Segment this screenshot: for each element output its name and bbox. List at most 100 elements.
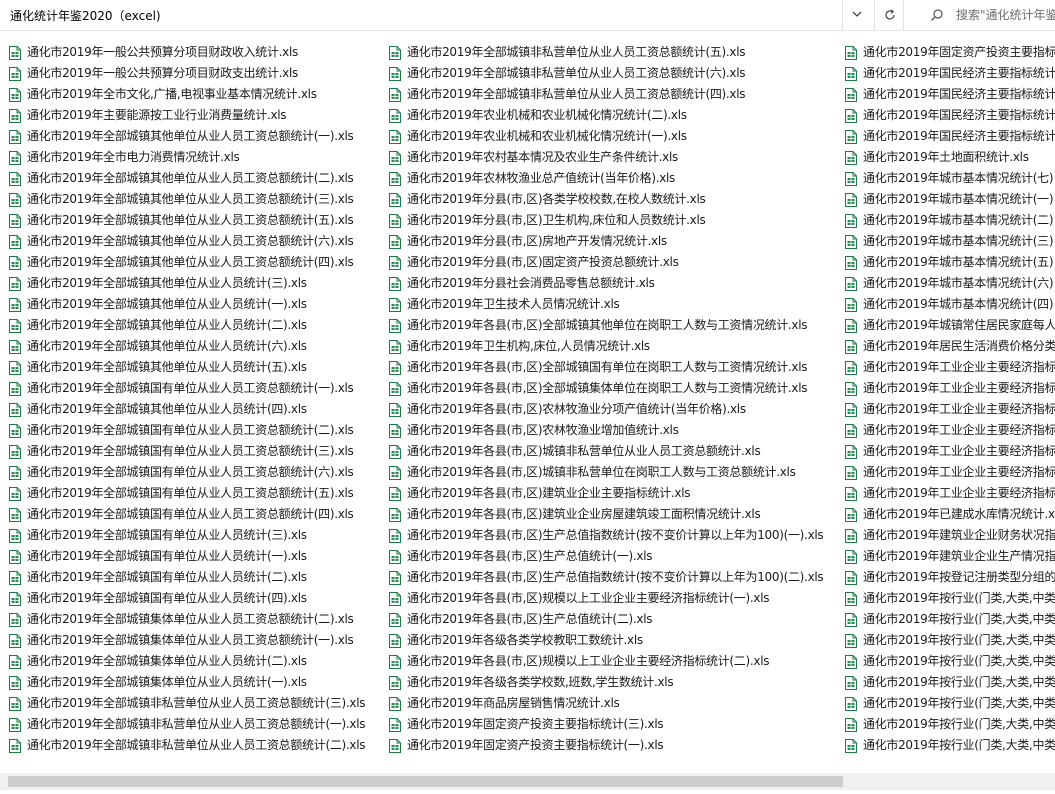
file-item[interactable]: 通化市2019年按行业(门类,大类,中类: [845, 714, 1055, 735]
file-item[interactable]: 通化市2019年全部城镇其他单位从业人员统计(二).xls: [9, 315, 384, 336]
file-name[interactable]: 通化市2019年各县(市,区)生产总值指数统计(按不变价计算以上年为100)(一…: [407, 528, 824, 543]
file-item[interactable]: 通化市2019年一般公共预算分项目财政收入统计.xls: [9, 42, 384, 63]
file-item[interactable]: 通化市2019年一般公共预算分项目财政支出统计.xls: [9, 63, 384, 84]
file-name[interactable]: 通化市2019年按行业(门类,大类,中类: [863, 696, 1055, 711]
file-item[interactable]: 通化市2019年全部城镇非私营单位从业人员工资总额统计(四).xls: [389, 84, 839, 105]
file-name[interactable]: 通化市2019年城市基本情况统计(四): [863, 297, 1054, 312]
file-name[interactable]: 通化市2019年全部城镇国有单位从业人员工资总额统计(六).xls: [27, 465, 354, 480]
file-item[interactable]: 通化市2019年国民经济主要指标统计: [845, 105, 1055, 126]
file-name[interactable]: 通化市2019年分县社会消费品零售总额统计.xls: [407, 276, 655, 291]
file-name[interactable]: 通化市2019年一般公共预算分项目财政支出统计.xls: [27, 66, 298, 81]
file-item[interactable]: 通化市2019年城市基本情况统计(五): [845, 252, 1055, 273]
file-item[interactable]: 通化市2019年全部城镇非私营单位从业人员工资总额统计(六).xls: [389, 63, 839, 84]
file-name[interactable]: 通化市2019年全部城镇国有单位从业人员工资总额统计(二).xls: [27, 423, 354, 438]
file-item[interactable]: 通化市2019年各级各类学校教职工数统计.xls: [389, 630, 839, 651]
file-item[interactable]: 通化市2019年各县(市,区)全部城镇其他单位在岗职工人数与工资情况统计.xls: [389, 315, 839, 336]
file-name[interactable]: 通化市2019年各县(市,区)规模以上工业企业主要经济指标统计(一).xls: [407, 591, 769, 606]
refresh-button[interactable]: [874, 0, 904, 30]
file-name[interactable]: 通化市2019年全部城镇集体单位从业人员工资总额统计(二).xls: [27, 612, 354, 627]
file-item[interactable]: 通化市2019年各县(市,区)建筑业企业主要指标统计.xls: [389, 483, 839, 504]
file-item[interactable]: 通化市2019年各县(市,区)规模以上工业企业主要经济指标统计(二).xls: [389, 651, 839, 672]
file-name[interactable]: 通化市2019年工业企业主要经济指标: [863, 381, 1055, 396]
file-name[interactable]: 通化市2019年各县(市,区)全部城镇集体单位在岗职工人数与工资情况统计.xls: [407, 381, 808, 396]
file-name[interactable]: 通化市2019年农业机械和农业机械化情况统计(二).xls: [407, 108, 687, 123]
file-item[interactable]: 通化市2019年商品房屋销售情况统计.xls: [389, 693, 839, 714]
file-name[interactable]: 通化市2019年已建成水库情况统计.x: [863, 507, 1055, 522]
file-item[interactable]: 通化市2019年全部城镇非私营单位从业人员工资总额统计(二).xls: [9, 735, 384, 756]
file-name[interactable]: 通化市2019年卫生机构,床位,人员情况统计.xls: [407, 339, 650, 354]
file-name[interactable]: 通化市2019年全部城镇国有单位从业人员统计(四).xls: [27, 591, 307, 606]
file-name[interactable]: 通化市2019年城市基本情况统计(七): [863, 171, 1054, 186]
file-name[interactable]: 通化市2019年全部城镇国有单位从业人员工资总额统计(五).xls: [27, 486, 354, 501]
file-item[interactable]: 通化市2019年分县(市,区)各类学校校数,在校人数统计.xls: [389, 189, 839, 210]
file-item[interactable]: 通化市2019年全部城镇国有单位从业人员统计(一).xls: [9, 546, 384, 567]
file-item[interactable]: 通化市2019年国民经济主要指标统计: [845, 84, 1055, 105]
file-item[interactable]: 通化市2019年卫生机构,床位,人员情况统计.xls: [389, 336, 839, 357]
file-item[interactable]: 通化市2019年全部城镇国有单位从业人员统计(二).xls: [9, 567, 384, 588]
file-item[interactable]: 通化市2019年全部城镇非私营单位从业人员工资总额统计(五).xls: [389, 42, 839, 63]
search-input[interactable]: [956, 6, 1055, 24]
file-item[interactable]: 通化市2019年城镇常住居民家庭每人: [845, 315, 1055, 336]
file-item[interactable]: 通化市2019年各县(市,区)全部城镇集体单位在岗职工人数与工资情况统计.xls: [389, 378, 839, 399]
file-item[interactable]: 通化市2019年分县(市,区)房地产开发情况统计.xls: [389, 231, 839, 252]
file-item[interactable]: 通化市2019年建筑业企业财务状况指: [845, 525, 1055, 546]
file-name[interactable]: 通化市2019年各县(市,区)农林牧渔业增加值统计.xls: [407, 423, 679, 438]
file-name[interactable]: 通化市2019年各县(市,区)生产总值指数统计(按不变价计算以上年为100)(二…: [407, 570, 824, 585]
file-name[interactable]: 通化市2019年按行业(门类,大类,中类: [863, 717, 1055, 732]
file-item[interactable]: 通化市2019年分县(市,区)固定资产投资总额统计.xls: [389, 252, 839, 273]
file-item[interactable]: 通化市2019年工业企业主要经济指标: [845, 420, 1055, 441]
file-name[interactable]: 通化市2019年农林牧渔业总产值统计(当年价格).xls: [407, 171, 675, 186]
file-item[interactable]: 通化市2019年全部城镇其他单位从业人员工资总额统计(一).xls: [9, 126, 384, 147]
file-name[interactable]: 通化市2019年按行业(门类,大类,中类: [863, 654, 1055, 669]
file-item[interactable]: 通化市2019年按行业(门类,大类,中类: [845, 693, 1055, 714]
file-item[interactable]: 通化市2019年建筑业企业生产情况指: [845, 546, 1055, 567]
file-name[interactable]: 通化市2019年全部城镇其他单位从业人员统计(三).xls: [27, 276, 307, 291]
file-name[interactable]: 通化市2019年工业企业主要经济指标: [863, 486, 1055, 501]
file-name[interactable]: 通化市2019年各县(市,区)生产总值统计(一).xls: [407, 549, 652, 564]
scrollbar-thumb[interactable]: [8, 776, 843, 787]
file-name[interactable]: 通化市2019年全市电力消费情况统计.xls: [27, 150, 240, 165]
file-item[interactable]: 通化市2019年主要能源按工业行业消费量统计.xls: [9, 105, 384, 126]
file-item[interactable]: 通化市2019年全部城镇集体单位从业人员统计(二).xls: [9, 651, 384, 672]
file-item[interactable]: 通化市2019年城市基本情况统计(二): [845, 210, 1055, 231]
file-name[interactable]: 通化市2019年工业企业主要经济指标: [863, 360, 1055, 375]
file-name[interactable]: 通化市2019年分县(市,区)固定资产投资总额统计.xls: [407, 255, 679, 270]
file-name[interactable]: 通化市2019年工业企业主要经济指标: [863, 402, 1055, 417]
file-item[interactable]: 通化市2019年各县(市,区)生产总值统计(二).xls: [389, 609, 839, 630]
file-item[interactable]: 通化市2019年各县(市,区)生产总值指数统计(按不变价计算以上年为100)(一…: [389, 525, 839, 546]
file-item[interactable]: 通化市2019年各县(市,区)城镇非私营单位从业人员工资总额统计.xls: [389, 441, 839, 462]
file-item[interactable]: 通化市2019年全部城镇其他单位从业人员统计(一).xls: [9, 294, 384, 315]
file-item[interactable]: 通化市2019年已建成水库情况统计.x: [845, 504, 1055, 525]
file-name[interactable]: 通化市2019年各县(市,区)规模以上工业企业主要经济指标统计(二).xls: [407, 654, 769, 669]
file-name[interactable]: 通化市2019年全部城镇非私营单位从业人员工资总额统计(三).xls: [27, 696, 366, 711]
file-name[interactable]: 通化市2019年各县(市,区)全部城镇国有单位在岗职工人数与工资情况统计.xls: [407, 360, 808, 375]
file-name[interactable]: 通化市2019年各县(市,区)农林牧渔业分项产值统计(当年价格).xls: [407, 402, 746, 417]
file-item[interactable]: 通化市2019年全部城镇非私营单位从业人员工资总额统计(三).xls: [9, 693, 384, 714]
file-name[interactable]: 通化市2019年卫生技术人员情况统计.xls: [407, 297, 620, 312]
file-item[interactable]: 通化市2019年全部城镇其他单位从业人员工资总额统计(四).xls: [9, 252, 384, 273]
file-item[interactable]: 通化市2019年各县(市,区)规模以上工业企业主要经济指标统计(一).xls: [389, 588, 839, 609]
file-item[interactable]: 通化市2019年工业企业主要经济指标: [845, 441, 1055, 462]
file-name[interactable]: 通化市2019年全部城镇非私营单位从业人员工资总额统计(六).xls: [407, 66, 746, 81]
file-item[interactable]: 通化市2019年农村基本情况及农业生产条件统计.xls: [389, 147, 839, 168]
file-name[interactable]: 通化市2019年分县(市,区)房地产开发情况统计.xls: [407, 234, 667, 249]
file-name[interactable]: 通化市2019年全部城镇国有单位从业人员工资总额统计(一).xls: [27, 381, 354, 396]
chevron-down-icon[interactable]: [850, 7, 864, 21]
file-name[interactable]: 通化市2019年城市基本情况统计(一): [863, 192, 1054, 207]
file-item[interactable]: 通化市2019年全部城镇其他单位从业人员工资总额统计(三).xls: [9, 189, 384, 210]
file-name[interactable]: 通化市2019年居民生活消费价格分类: [863, 339, 1055, 354]
file-name[interactable]: 通化市2019年全部城镇非私营单位从业人员工资总额统计(五).xls: [407, 45, 746, 60]
file-item[interactable]: 通化市2019年全部城镇集体单位从业人员统计(一).xls: [9, 672, 384, 693]
file-item[interactable]: 通化市2019年工业企业主要经济指标: [845, 462, 1055, 483]
file-item[interactable]: 通化市2019年按行业(门类,大类,中类: [845, 588, 1055, 609]
file-item[interactable]: 通化市2019年分县(市,区)卫生机构,床位和人员数统计.xls: [389, 210, 839, 231]
file-name[interactable]: 通化市2019年全部城镇其他单位从业人员统计(四).xls: [27, 402, 307, 417]
file-name[interactable]: 通化市2019年商品房屋销售情况统计.xls: [407, 696, 620, 711]
file-name[interactable]: 通化市2019年全部城镇国有单位从业人员统计(一).xls: [27, 549, 307, 564]
file-name[interactable]: 通化市2019年城市基本情况统计(三): [863, 234, 1054, 249]
file-item[interactable]: 通化市2019年全部城镇非私营单位从业人员工资总额统计(一).xls: [9, 714, 384, 735]
file-item[interactable]: 通化市2019年工业企业主要经济指标: [845, 357, 1055, 378]
file-item[interactable]: 通化市2019年全部城镇国有单位从业人员统计(四).xls: [9, 588, 384, 609]
file-item[interactable]: 通化市2019年分县社会消费品零售总额统计.xls: [389, 273, 839, 294]
file-item[interactable]: 通化市2019年固定资产投资主要指标统计(三).xls: [389, 714, 839, 735]
